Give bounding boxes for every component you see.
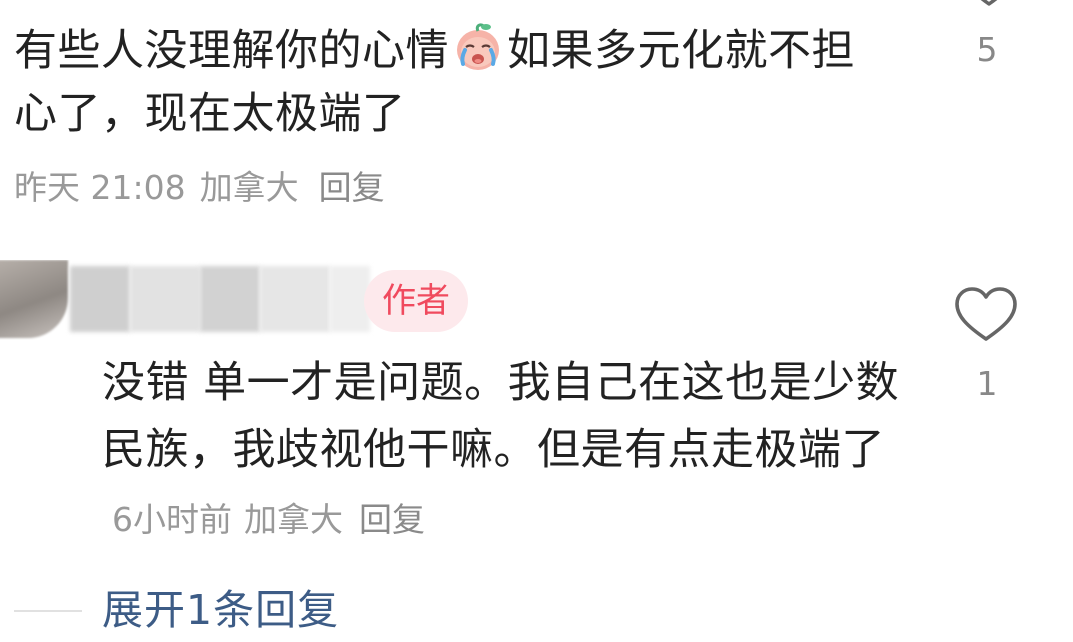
comment-2-text-block: 没错 单一才是问题。我自己在这也是少数民族，我歧视他干嘛。但是有点走极端了 6小时… — [102, 350, 902, 553]
comment-thread: 有些人没理解你的心情 如果多元化就不担心了，现在太极端了 昨天 21:08 加拿大… — [0, 0, 1073, 642]
expand-replies-button[interactable]: 展开1条回复 — [102, 580, 339, 640]
comment-1-time: 昨天 21:08 — [14, 168, 186, 207]
comment-2-reply-button[interactable]: 回复 — [359, 500, 425, 539]
comment-1-reply-button[interactable]: 回复 — [319, 168, 385, 207]
comment-1-location: 加拿大 — [199, 168, 299, 207]
comment-2-text: 没错 单一才是问题。我自己在这也是少数民族，我歧视他干嘛。但是有点走极端了 — [102, 358, 900, 475]
heart-outline-icon — [955, 287, 1017, 341]
avatar[interactable] — [0, 260, 68, 338]
author-name-redacted — [0, 260, 395, 340]
comment-1-like-count: 5 — [976, 30, 998, 69]
expand-divider — [14, 610, 82, 612]
author-badge: 作者 — [364, 270, 468, 332]
comment-2-time: 6小时前 — [112, 500, 232, 539]
comment-2-like-count: 1 — [976, 364, 998, 403]
comment-2-like-button[interactable] — [953, 285, 1019, 345]
comment-2-location: 加拿大 — [244, 500, 343, 539]
comment-1-meta: 昨天 21:08 加拿大 回复 — [14, 166, 399, 210]
comment-1-like-button[interactable] — [960, 0, 1018, 12]
heart-outline-icon — [980, 0, 998, 6]
comment-2-meta: 6小时前 加拿大 回复 — [112, 500, 437, 539]
comment-1-text: 有些人没理解你的心情 如果多元化就不担心了，现在太极端了 — [14, 20, 894, 146]
crying-face-icon — [457, 23, 499, 70]
comment-1-text-part1: 有些人没理解你的心情 — [14, 26, 449, 76]
